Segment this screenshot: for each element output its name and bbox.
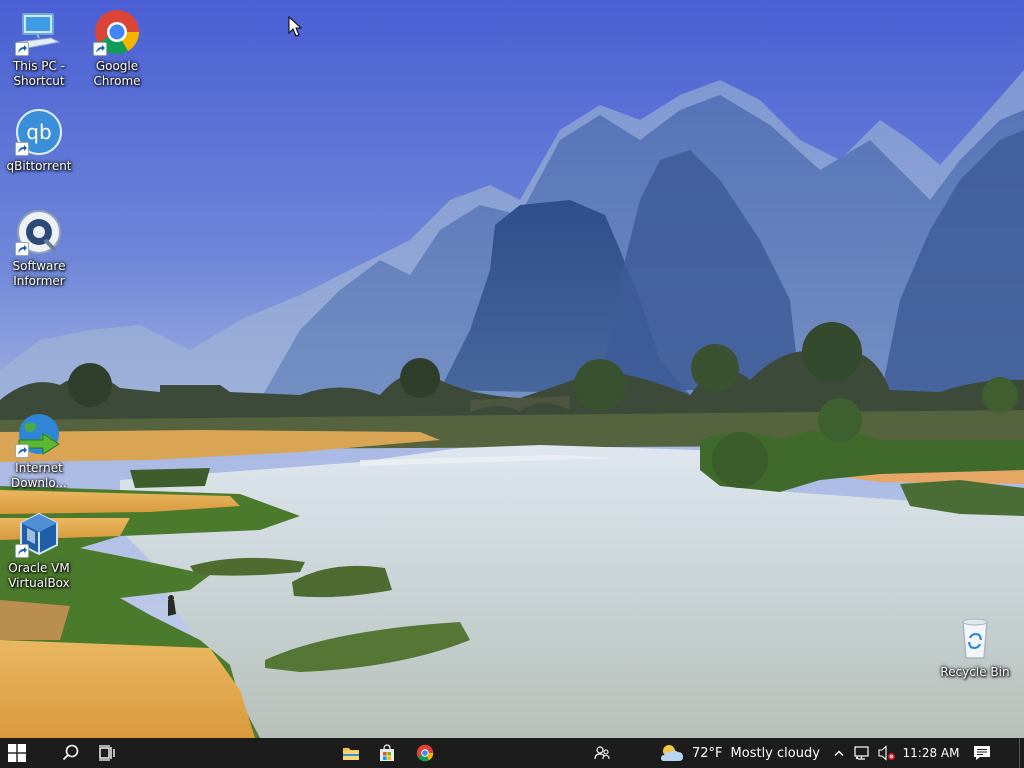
desktop-wallpaper — [0, 0, 1024, 738]
windows-logo-icon — [8, 744, 26, 762]
desktop-icon-this-pc[interactable]: This PC - Shortcut — [0, 8, 78, 89]
shortcut-arrow-icon — [93, 42, 107, 56]
virtualbox-icon — [15, 510, 63, 558]
show-desktop-button[interactable] — [1019, 738, 1024, 768]
search-button[interactable] — [54, 738, 88, 768]
people-button[interactable] — [586, 738, 618, 768]
desktop-icon-internet-download-manager[interactable]: Internet Downlo... — [0, 410, 78, 491]
start-button[interactable] — [0, 738, 34, 768]
idm-globe-icon — [15, 410, 63, 458]
folder-icon — [343, 748, 359, 760]
network-disconnected-icon — [854, 746, 869, 760]
clock-time: 11:28 AM — [902, 746, 960, 760]
shortcut-arrow-icon — [15, 142, 29, 156]
chrome-icon — [93, 8, 141, 56]
shortcut-arrow-icon — [15, 544, 29, 558]
volume-button[interactable] — [876, 738, 898, 768]
desktop-icon-label: This PC - Shortcut — [12, 59, 66, 88]
desktop-icon-label: Recycle Bin — [940, 665, 1010, 679]
people-icon — [594, 746, 610, 760]
task-view-button[interactable] — [90, 738, 124, 768]
desktop-icon-label: Software Informer — [12, 259, 66, 288]
qbittorrent-icon: qb — [15, 108, 63, 156]
weather-widget[interactable]: 72°F Mostly cloudy — [658, 738, 826, 768]
mouse-pointer-icon — [288, 16, 302, 37]
desktop-icon-oracle-vm-virtualbox[interactable]: Oracle VM VirtualBox — [0, 510, 78, 591]
weather-condition: Mostly cloudy — [730, 745, 820, 761]
network-status-button[interactable] — [852, 738, 874, 768]
action-center-button[interactable] — [968, 738, 996, 768]
task-view-icon — [99, 745, 115, 761]
software-informer-icon — [15, 208, 63, 256]
weather-temperature: 72°F — [692, 745, 723, 761]
desktop-icon-recycle-bin[interactable]: Recycle Bin — [936, 614, 1014, 680]
chrome-icon — [416, 744, 434, 762]
desktop-icon-label: Google Chrome — [93, 59, 141, 88]
desktop-icon-label: Internet Downlo... — [11, 461, 67, 490]
partly-cloudy-icon — [661, 745, 683, 761]
clock[interactable]: 11:28 AM — [900, 738, 962, 768]
search-icon — [62, 744, 79, 761]
shortcut-arrow-icon — [15, 42, 29, 56]
desktop-icon-google-chrome[interactable]: Google Chrome — [78, 8, 156, 89]
shortcut-arrow-icon — [15, 444, 29, 458]
taskbar: 72°F Mostly cloudy 11:28 AM — [0, 738, 1024, 768]
taskbar-pinned-file-explorer[interactable] — [334, 738, 368, 768]
show-hidden-icons-button[interactable] — [830, 738, 848, 768]
svg-text:qb: qb — [26, 120, 51, 144]
volume-muted-icon — [878, 745, 895, 761]
taskbar-pinned-chrome[interactable] — [408, 738, 442, 768]
taskbar-pinned-microsoft-store[interactable] — [370, 738, 404, 768]
action-center-icon — [974, 746, 990, 760]
shortcut-arrow-icon — [15, 242, 29, 256]
wallpaper-landscape-art — [0, 0, 1024, 738]
store-bag-icon — [380, 744, 394, 761]
computer-icon — [15, 8, 63, 56]
chevron-up-icon — [834, 750, 844, 756]
recycle-bin-icon — [951, 614, 999, 662]
desktop-icon-label: Oracle VM VirtualBox — [8, 561, 70, 590]
desktop-icon-qbittorrent[interactable]: qb qBittorrent — [0, 108, 78, 174]
desktop-icon-label: qBittorrent — [6, 159, 72, 173]
desktop-icon-software-informer[interactable]: Software Informer — [0, 208, 78, 289]
